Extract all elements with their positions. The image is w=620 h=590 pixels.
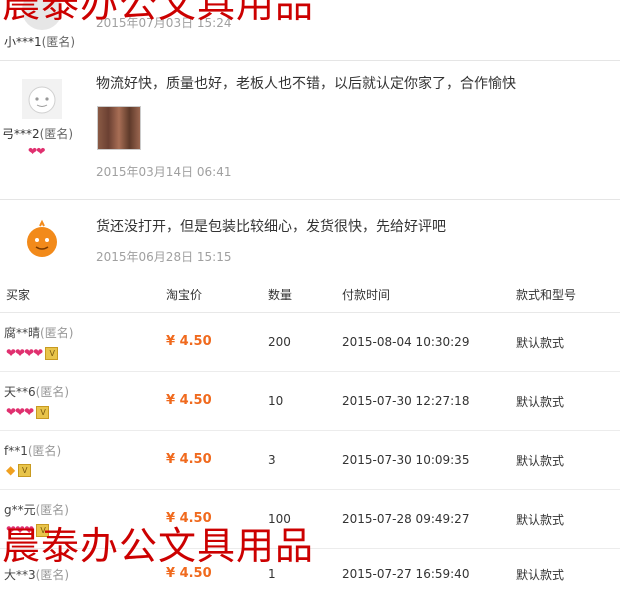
pay-time: 2015-07-30 10:09:35 <box>342 453 470 467</box>
style-model: 默认款式 <box>516 513 565 527</box>
vip-badge-icon: V <box>18 464 32 477</box>
review-photo[interactable] <box>97 106 141 150</box>
table-row: f**1(匿名) ◆ V ¥ 4.50 3 2015-07-30 10:09:35… <box>0 431 620 490</box>
review-item: 弓***2(匿名) ❤❤ 物流好快，质量也好，老板人也不错，以后就认定你家了，合… <box>0 61 620 200</box>
header-buyer: 买家 <box>6 288 31 302</box>
price: ¥ 4.50 <box>166 452 212 467</box>
price: ¥ 4.50 <box>166 393 212 408</box>
style-model: 默认款式 <box>516 454 565 468</box>
pay-time: 2015-07-27 16:59:40 <box>342 567 470 581</box>
price: ¥ 4.50 <box>166 334 212 349</box>
quantity: 1 <box>268 567 276 581</box>
table-row: 天**6(匿名) ❤❤❤ V ¥ 4.50 10 2015-07-30 12:27… <box>0 372 620 431</box>
buyer-name: 天**6(匿名) <box>4 385 70 399</box>
buyer-name: 大**3(匿名) <box>4 568 70 582</box>
quantity: 3 <box>268 453 276 467</box>
style-model: 默认款式 <box>516 568 565 582</box>
review-date: 2015年06月28日 15:15 <box>96 250 232 264</box>
style-model: 默认款式 <box>516 395 565 409</box>
buyer-name: g**元(匿名) <box>4 503 69 517</box>
mascot-avatar-icon <box>27 219 57 257</box>
table-row: 腐**晴(匿名) ❤❤❤❤ V ¥ 4.50 200 2015-08-04 10:… <box>0 313 620 372</box>
review-username: 小***1(匿名) <box>4 35 76 49</box>
review-date: 2015年03月14日 06:41 <box>96 165 232 179</box>
review-item: 货还没打开，但是包装比较细心，发货很快，先给好评吧 2015年06月28日 15… <box>0 200 620 276</box>
pay-time: 2015-07-28 09:49:27 <box>342 512 470 526</box>
review-text: 物流好快，质量也好，老板人也不错，以后就认定你家了，合作愉快 <box>96 76 516 92</box>
credit-hearts-icon: ❤❤ <box>28 145 45 158</box>
credit-diamond-icon: ◆ V <box>6 463 32 477</box>
style-model: 默认款式 <box>516 336 565 350</box>
quantity: 200 <box>268 335 291 349</box>
vip-badge-icon: V <box>36 406 50 419</box>
review-username: 弓***2(匿名) <box>2 127 74 141</box>
header-pay-time: 付款时间 <box>342 288 391 302</box>
watermark-bottom: 晨泰办公文具用品 <box>2 524 315 568</box>
vip-badge-icon: V <box>45 347 59 360</box>
transaction-table-header: 买家 淘宝价 数量 付款时间 款式和型号 <box>0 276 620 313</box>
pay-time: 2015-08-04 10:30:29 <box>342 335 470 349</box>
header-quantity: 数量 <box>268 288 293 302</box>
quantity: 10 <box>268 394 284 408</box>
pay-time: 2015-07-30 12:27:18 <box>342 394 470 408</box>
credit-hearts-icon: ❤❤❤❤ V <box>6 346 59 360</box>
header-price: 淘宝价 <box>166 288 203 302</box>
header-style: 款式和型号 <box>516 288 577 302</box>
watermark-top: 晨泰办公文具用品 <box>2 0 315 26</box>
buyer-name: f**1(匿名) <box>4 444 62 458</box>
credit-hearts-icon: ❤❤❤ V <box>6 405 50 419</box>
price: ¥ 4.50 <box>166 566 212 581</box>
default-avatar-icon <box>22 79 62 119</box>
review-text: 货还没打开，但是包装比较细心，发货很快，先给好评吧 <box>96 219 446 235</box>
buyer-name: 腐**晴(匿名) <box>4 326 74 340</box>
